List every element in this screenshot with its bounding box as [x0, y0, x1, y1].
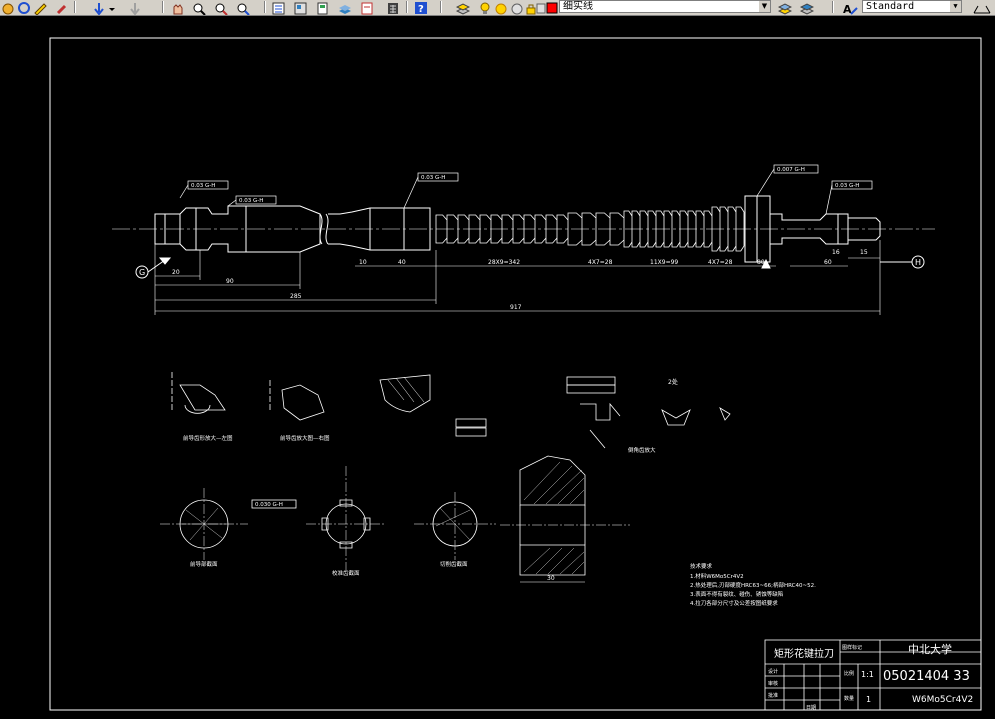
tolerance-frame: 0.03 G-H: [191, 183, 215, 189]
title-drawing-label: 图样标记: [842, 644, 862, 651]
title-block: 矩形花键拉刀 图样标记 中北大学 比例 1:1 05021404 33 数量 1…: [764, 639, 982, 711]
chevron-down-icon[interactable]: ▼: [759, 1, 770, 12]
title-scale-label: 比例: [844, 670, 854, 677]
title-drawing-name: 矩形花键拉刀: [774, 647, 834, 660]
dim-10: 10: [359, 259, 367, 266]
layer-manager-icon[interactable]: [455, 0, 471, 15]
text-style-value: Standard: [866, 1, 915, 12]
section-views: 0.030 G-H 前导部截面 校准齿截面 切削齿截面 30: [160, 455, 630, 583]
datum-h-label: H: [915, 258, 921, 267]
zoom-realtime-icon[interactable]: [192, 0, 206, 15]
orbit-icon[interactable]: [1, 0, 15, 15]
undo-dropdown-icon[interactable]: [108, 0, 122, 13]
title-material: W6Mo5Cr4V2: [912, 695, 973, 705]
zoom-window-icon[interactable]: [214, 0, 228, 15]
dim-20: 20: [172, 269, 180, 276]
freeze-icon[interactable]: [510, 0, 524, 15]
dim-90: 90: [226, 278, 234, 285]
title-qty-label: 数量: [844, 695, 854, 702]
dim-28x9: 28X9=342: [488, 259, 520, 266]
match-properties-icon[interactable]: [55, 0, 69, 15]
section-label: 切削齿截面: [440, 560, 468, 568]
cad-drawing: G H 20 90 285 917 10 40 28X9=342 4X7=28 …: [49, 37, 982, 711]
title-scale-value: 1:1: [861, 670, 874, 679]
layer-previous-icon[interactable]: [799, 0, 815, 15]
pan-icon[interactable]: [170, 0, 184, 15]
detail-views: 前导齿形放大—左图 前导齿放大图—右图 倒角齿放大 2处: [171, 372, 731, 454]
dim-4x7-b: 4X7=28: [708, 259, 733, 266]
redo-icon[interactable]: [128, 0, 142, 15]
tolerance-frame: 0.030 G-H: [255, 502, 283, 508]
dim-40: 40: [398, 259, 406, 266]
drawing-frame: [49, 37, 982, 711]
title-designer-label: 设计: [768, 668, 778, 675]
text-style-icon[interactable]: A: [842, 0, 858, 15]
title-qty-value: 1: [866, 695, 871, 704]
notes-line: 2.热处理后,刃部硬度HRC63~66;柄部HRC40~52.: [690, 581, 816, 589]
help-icon[interactable]: ?: [414, 0, 428, 15]
dim-15: 15: [860, 249, 868, 256]
tolerance-frame: 0.03 G-H: [835, 183, 859, 189]
dim-4x7-a: 4X7=28: [588, 259, 613, 266]
tolerance-frame: 0.03 G-H: [421, 175, 445, 181]
toolbar: ? 细实线 ▼ A Standard ▼: [0, 0, 995, 16]
bore-dim: 30: [547, 575, 555, 582]
notes-line: 4.拉刀各部分尺寸及公差按图纸要求: [690, 599, 778, 607]
section-label: 校准齿截面: [332, 569, 360, 577]
tool-palettes-icon[interactable]: [316, 0, 330, 15]
dim-11x9: 11X9=99: [650, 259, 678, 266]
view-icon[interactable]: [17, 0, 31, 14]
section-label: 2处: [668, 378, 678, 386]
dim-285: 285: [290, 293, 302, 300]
sheet-set-icon[interactable]: [338, 0, 352, 14]
color-square-icon[interactable]: [546, 0, 560, 14]
title-checker-label: 审核: [768, 680, 778, 687]
sun-icon[interactable]: [494, 0, 508, 15]
broach-elevation: G H 20 90 285 917 10 40 28X9=342 4X7=28 …: [112, 164, 935, 315]
pencil-icon[interactable]: [33, 0, 47, 15]
zoom-previous-icon[interactable]: [236, 0, 250, 15]
chevron-down-icon[interactable]: ▼: [950, 1, 961, 12]
notes-line: 1.材料W6Mo5Cr4V2: [690, 572, 744, 580]
section-label: 前导齿放大图—右图: [280, 434, 330, 442]
title-school: 中北大学: [908, 642, 952, 656]
dim-80: 80: [757, 259, 765, 266]
section-label: 前导齿形放大—左图: [183, 434, 233, 442]
svg-text:?: ?: [418, 4, 424, 15]
undo-icon[interactable]: [92, 0, 106, 15]
dim-16: 16: [832, 249, 840, 256]
notes-title: 技术要求: [690, 562, 713, 570]
dim-style-icon[interactable]: [972, 0, 992, 14]
title-number: 05021404 33: [883, 669, 970, 684]
notes-line: 3.表面不得有裂纹、碰伤、锈蚀等缺陷: [690, 590, 783, 598]
title-date-label: 日期: [806, 705, 816, 711]
text-style-combo[interactable]: Standard ▼: [862, 0, 962, 13]
design-center-icon[interactable]: [294, 0, 308, 15]
section-label: 倒角齿放大: [628, 446, 656, 454]
linetype-value: 细实线: [563, 1, 593, 12]
technical-notes: 技术要求 1.材料W6Mo5Cr4V2 2.热处理后,刃部硬度HRC63~66;…: [690, 562, 816, 607]
make-current-icon[interactable]: [777, 0, 793, 15]
dim-917: 917: [510, 304, 522, 311]
bulb-icon[interactable]: [478, 0, 492, 14]
properties-icon[interactable]: [272, 0, 286, 15]
tolerance-frame: 0.03 G-H: [239, 198, 263, 204]
title-approver-label: 批准: [768, 692, 778, 699]
dim-60: 60: [824, 259, 832, 266]
datum-g-label: G: [139, 268, 145, 277]
markup-icon[interactable]: [360, 0, 374, 15]
tolerance-frame: 0.007 G-H: [777, 167, 805, 173]
drawing-canvas[interactable]: G H 20 90 285 917 10 40 28X9=342 4X7=28 …: [0, 16, 995, 715]
section-label: 前导部截面: [190, 560, 218, 568]
linetype-combo[interactable]: 细实线 ▼: [559, 0, 771, 13]
calculator-icon[interactable]: [386, 0, 400, 14]
